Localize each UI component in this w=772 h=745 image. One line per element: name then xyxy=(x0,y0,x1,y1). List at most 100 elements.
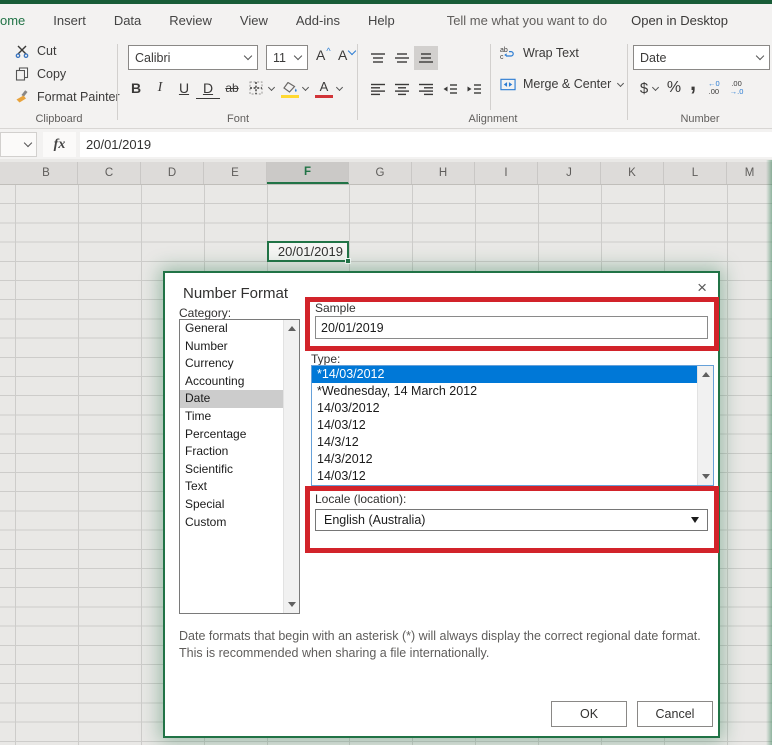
tab-view[interactable]: View xyxy=(226,13,282,28)
column-header-d[interactable]: D xyxy=(141,162,204,184)
category-option[interactable]: Accounting xyxy=(180,373,283,391)
formula-input[interactable]: 20/01/2019 xyxy=(80,132,772,157)
category-option[interactable]: Fraction xyxy=(180,443,283,461)
underline-button[interactable]: U xyxy=(172,76,196,100)
column-header-c[interactable]: C xyxy=(78,162,141,184)
comma-style-button[interactable]: , xyxy=(686,70,700,100)
column-header-g[interactable]: G xyxy=(349,162,412,184)
category-option[interactable]: Currency xyxy=(180,355,283,373)
decrease-indent-button[interactable] xyxy=(438,77,462,101)
font-size-select[interactable]: 11 xyxy=(266,45,308,70)
type-option[interactable]: 14/03/2012 xyxy=(312,400,697,417)
chevron-down-icon[interactable] xyxy=(335,83,344,91)
italic-button[interactable]: I xyxy=(148,76,172,100)
tell-me-search[interactable]: Tell me what you want to do xyxy=(447,13,607,28)
open-in-desktop-button[interactable]: Open in Desktop xyxy=(631,13,728,28)
grow-font-button[interactable]: A ^ xyxy=(316,46,331,63)
type-option-selected[interactable]: *14/03/2012 xyxy=(312,366,697,383)
alignment-group: ab c Wrap Text Merge & Center Alignment xyxy=(358,36,628,128)
currency-button[interactable]: $ xyxy=(636,76,652,100)
type-option[interactable]: 14/03/12 xyxy=(312,417,697,434)
strikethrough-button[interactable]: ab xyxy=(220,76,244,100)
percent-button[interactable]: % xyxy=(662,76,686,100)
category-scrollbar[interactable] xyxy=(283,320,299,613)
sample-field[interactable]: 20/01/2019 xyxy=(315,316,708,339)
column-header-k[interactable]: K xyxy=(601,162,664,184)
locale-dropdown[interactable]: English (Australia) xyxy=(315,509,708,531)
ok-button[interactable]: OK xyxy=(551,701,627,727)
chevron-down-icon[interactable] xyxy=(651,83,660,91)
copy-button[interactable]: Copy xyxy=(14,67,66,81)
tab-insert[interactable]: Insert xyxy=(39,13,100,28)
paint-bucket-icon xyxy=(282,82,297,93)
scissors-icon xyxy=(14,44,30,58)
bold-button[interactable]: B xyxy=(124,76,148,100)
scroll-down-icon[interactable] xyxy=(284,597,299,612)
shrink-font-button[interactable]: A xyxy=(338,46,357,63)
type-option[interactable]: *Wednesday, 14 March 2012 xyxy=(312,383,697,400)
merge-center-button[interactable]: Merge & Center xyxy=(500,77,627,91)
column-header-j[interactable]: J xyxy=(538,162,601,184)
column-header-b[interactable]: B xyxy=(15,162,78,184)
column-header-e[interactable]: E xyxy=(204,162,267,184)
chevron-down-icon xyxy=(23,138,33,148)
align-left-button[interactable] xyxy=(366,77,390,101)
chevron-down-icon[interactable] xyxy=(617,79,625,87)
align-top-button[interactable] xyxy=(366,46,390,70)
type-option[interactable]: 14/3/2012 xyxy=(312,451,697,468)
shrink-font-letter: A xyxy=(338,47,348,63)
align-right-button[interactable] xyxy=(414,77,438,101)
category-option[interactable]: Number xyxy=(180,338,283,356)
wrap-text-button[interactable]: ab c Wrap Text xyxy=(500,46,579,60)
category-option[interactable]: Scientific xyxy=(180,461,283,479)
align-middle-button[interactable] xyxy=(390,46,414,70)
category-listbox[interactable]: General Number Currency Accounting Date … xyxy=(179,319,300,614)
align-left-icon xyxy=(371,83,385,95)
chevron-down-icon[interactable] xyxy=(301,83,310,91)
cancel-button[interactable]: Cancel xyxy=(637,701,713,727)
type-scrollbar[interactable] xyxy=(697,366,713,485)
category-option[interactable]: Custom xyxy=(180,514,283,532)
tab-data[interactable]: Data xyxy=(100,13,155,28)
increase-indent-button[interactable] xyxy=(462,77,486,101)
category-option[interactable]: Text xyxy=(180,478,283,496)
type-option[interactable]: 14/03/12 xyxy=(312,468,697,485)
scroll-up-icon[interactable] xyxy=(698,367,713,382)
category-option[interactable]: Percentage xyxy=(180,426,283,444)
tab-addins[interactable]: Add-ins xyxy=(282,13,354,28)
decrease-decimal-button[interactable]: .00 →.0 xyxy=(730,80,744,96)
column-header-l[interactable]: L xyxy=(664,162,727,184)
selected-cell[interactable]: 20/01/2019 xyxy=(267,241,351,264)
type-listbox[interactable]: *14/03/2012 *Wednesday, 14 March 2012 14… xyxy=(311,365,714,486)
column-header-i[interactable]: I xyxy=(475,162,538,184)
increase-decimal-button[interactable]: ←0 .00 xyxy=(708,80,720,96)
category-option[interactable]: Time xyxy=(180,408,283,426)
fx-button[interactable]: fx xyxy=(43,132,76,157)
double-underline-button[interactable]: D xyxy=(196,77,220,99)
name-box[interactable] xyxy=(0,132,37,157)
category-option[interactable]: General xyxy=(180,320,283,338)
type-option[interactable]: 14/3/12 xyxy=(312,434,697,451)
tab-review[interactable]: Review xyxy=(155,13,226,28)
copy-icon xyxy=(14,67,30,81)
close-icon[interactable]: × xyxy=(697,279,707,296)
format-painter-button[interactable]: Format Painter xyxy=(14,90,120,104)
column-header-f-selected[interactable]: F xyxy=(267,162,349,184)
category-option[interactable]: Special xyxy=(180,496,283,514)
number-format-select[interactable]: Date xyxy=(633,45,770,70)
cut-button[interactable]: Cut xyxy=(14,44,56,58)
borders-button[interactable] xyxy=(244,76,268,100)
chevron-down-icon[interactable] xyxy=(267,83,276,91)
fill-color-button[interactable] xyxy=(278,76,302,100)
column-header-h[interactable]: H xyxy=(412,162,475,184)
category-option-selected[interactable]: Date xyxy=(180,390,283,408)
tab-help[interactable]: Help xyxy=(354,13,409,28)
scroll-up-icon[interactable] xyxy=(284,321,299,336)
font-color-button[interactable]: A xyxy=(312,76,336,100)
align-center-button[interactable] xyxy=(390,77,414,101)
font-name-select[interactable]: Calibri xyxy=(128,45,258,70)
scroll-down-icon[interactable] xyxy=(698,469,713,484)
align-bottom-button[interactable] xyxy=(414,46,438,70)
fill-handle[interactable] xyxy=(345,258,351,264)
tab-home[interactable]: ome xyxy=(0,13,39,28)
